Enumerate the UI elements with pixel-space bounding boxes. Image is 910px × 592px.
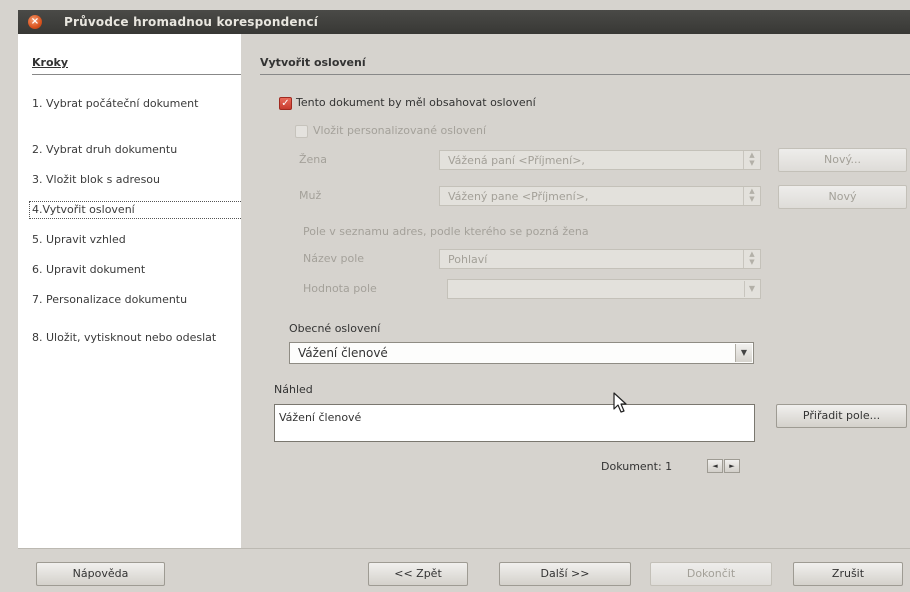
preview-label: Náhled (274, 383, 313, 396)
step-select-document-type[interactable]: 2. Vybrat druh dokumentu (30, 142, 244, 158)
general-salutation-label: Obecné oslovení (289, 322, 381, 335)
new-female-salutation-button[interactable]: Nový... (778, 148, 907, 172)
window-title: Průvodce hromadnou korespondencí (64, 15, 319, 29)
spin-arrows-icon[interactable]: ▲ ▼ (743, 250, 760, 268)
preview-text: Vážení členové (279, 411, 362, 424)
next-button[interactable]: Další >> (499, 562, 631, 586)
field-value-combo[interactable]: ▼ (447, 279, 761, 299)
steps-header: Kroky (32, 56, 68, 69)
back-button[interactable]: << Zpět (368, 562, 468, 586)
salutation-page: Vytvořit oslovení ✓ Tento dokument by mě… (241, 34, 910, 548)
step-edit-document[interactable]: 6. Upravit dokument (30, 262, 244, 278)
general-salutation-combo[interactable]: Vážení členové ▼ (289, 342, 754, 364)
previous-document-button[interactable]: ◄ (707, 459, 723, 473)
personalized-salutation-label[interactable]: Vložit personalizované oslovení (313, 124, 486, 137)
step-save-print-send[interactable]: 8. Uložit, vytisknout nebo odeslat (30, 330, 244, 346)
cancel-button[interactable]: Zrušit (793, 562, 903, 586)
close-icon[interactable]: × (28, 15, 42, 29)
step-personalize-document[interactable]: 7. Personalizace dokumentu (30, 292, 244, 308)
spin-arrows-icon[interactable]: ▲ ▼ (743, 187, 760, 205)
personalized-salutation-checkbox[interactable] (295, 125, 308, 138)
chevron-down-icon[interactable]: ▼ (744, 281, 759, 297)
divider (18, 548, 910, 549)
new-male-salutation-button[interactable]: Nový (778, 185, 907, 209)
assign-fields-button[interactable]: Přiřadit pole... (776, 404, 907, 428)
step-select-starting-document[interactable]: 1. Vybrat počáteční dokument (30, 96, 244, 112)
next-document-button[interactable]: ► (724, 459, 740, 473)
steps-panel: Kroky 1. Vybrat počáteční dokument 2. Vy… (18, 34, 245, 548)
field-name-label: Název pole (303, 252, 365, 265)
page-title: Vytvořit oslovení (260, 56, 366, 69)
step-adjust-layout[interactable]: 5. Upravit vzhled (30, 232, 244, 248)
general-salutation-value: Vážení členové (298, 346, 388, 360)
step-insert-address-block[interactable]: 3. Vložit blok s adresou (30, 172, 244, 188)
field-name-value: Pohlaví (448, 253, 488, 266)
field-value-label: Hodnota pole (303, 282, 377, 295)
female-salutation-field[interactable]: Vážená paní <Příjmení>, ▲ ▼ (439, 150, 761, 170)
male-label: Muž (299, 189, 322, 202)
female-label: Žena (299, 153, 328, 166)
female-salutation-value: Vážená paní <Příjmení>, (448, 154, 585, 167)
include-salutation-checkbox[interactable]: ✓ (279, 97, 292, 110)
step-create-salutation[interactable]: 4.Vytvořit oslovení (29, 201, 245, 219)
preview-box: Vážení členové (274, 404, 755, 442)
finish-button[interactable]: Dokončit (650, 562, 772, 586)
male-salutation-value: Vážený pane <Příjmení>, (448, 190, 589, 203)
document-counter: Dokument: 1 (601, 460, 673, 473)
divider (260, 74, 910, 75)
title-bar: × Průvodce hromadnou korespondencí (18, 10, 910, 34)
field-name-select[interactable]: Pohlaví ▲ ▼ (439, 249, 761, 269)
help-button[interactable]: Nápověda (36, 562, 165, 586)
chevron-down-icon[interactable]: ▼ (735, 344, 752, 362)
field-hint-label: Pole v seznamu adres, podle kterého se p… (303, 225, 589, 238)
male-salutation-field[interactable]: Vážený pane <Příjmení>, ▲ ▼ (439, 186, 761, 206)
include-salutation-label[interactable]: Tento dokument by měl obsahovat oslovení (296, 96, 536, 109)
mouse-cursor-icon (613, 392, 627, 413)
divider (32, 74, 241, 75)
spin-arrows-icon[interactable]: ▲ ▼ (743, 151, 760, 169)
